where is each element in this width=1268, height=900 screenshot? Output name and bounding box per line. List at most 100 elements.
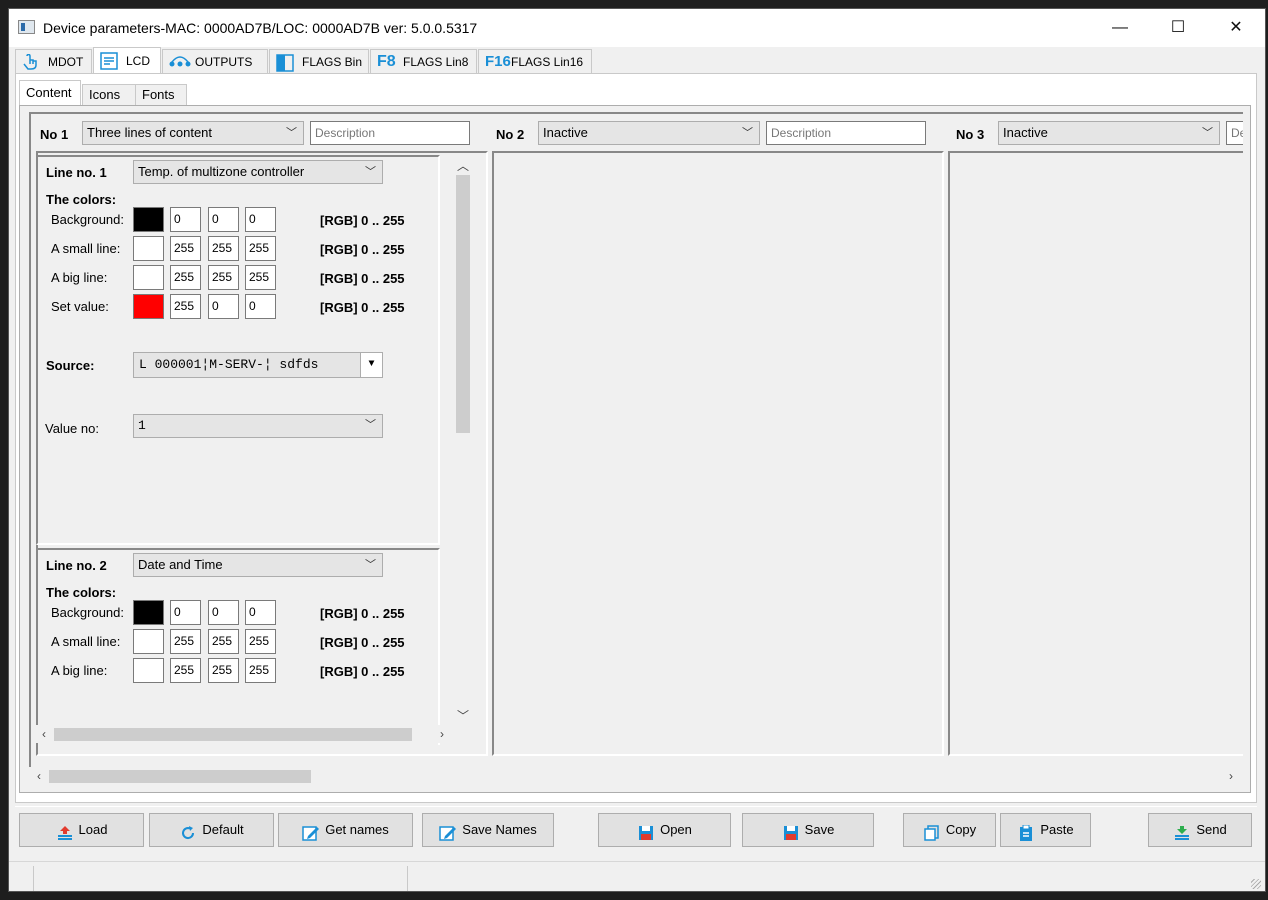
column-mode-select[interactable]: Three lines of content ﹀ bbox=[82, 121, 304, 145]
color-label: A small line: bbox=[51, 634, 121, 649]
column-mode-select[interactable]: Inactive ﹀ bbox=[538, 121, 760, 145]
green-input[interactable]: 255 bbox=[208, 658, 239, 683]
scroll-right-icon[interactable]: › bbox=[434, 727, 450, 741]
rgb-range-label: [RGB] 0 .. 255 bbox=[320, 242, 405, 257]
color-swatch[interactable] bbox=[133, 294, 164, 319]
color-label: A small line: bbox=[51, 241, 121, 256]
columns-horizontal-scrollbar[interactable]: ‹ › bbox=[31, 767, 1243, 785]
tab-outputs[interactable]: OUTPUTS bbox=[162, 49, 268, 73]
color-swatch[interactable] bbox=[133, 265, 164, 290]
scrollbar-thumb[interactable] bbox=[49, 770, 311, 783]
green-input[interactable]: 0 bbox=[208, 207, 239, 232]
line-type-value: Temp. of multizone controller bbox=[138, 164, 305, 179]
open-button[interactable]: Open bbox=[598, 813, 731, 847]
color-label: Set value: bbox=[51, 299, 109, 314]
color-swatch[interactable] bbox=[133, 236, 164, 261]
blue-input[interactable]: 0 bbox=[245, 600, 276, 625]
copy-button[interactable]: Copy bbox=[903, 813, 996, 847]
send-button[interactable]: Send bbox=[1148, 813, 1252, 847]
scrollbar-thumb[interactable] bbox=[54, 728, 412, 741]
red-input[interactable]: 0 bbox=[170, 600, 201, 625]
color-swatch[interactable] bbox=[133, 207, 164, 232]
red-input[interactable]: 255 bbox=[170, 236, 201, 261]
red-input[interactable]: 255 bbox=[170, 658, 201, 683]
columns-scroll-area: No 1 Three lines of content ﹀ Line no. 1… bbox=[29, 112, 1243, 767]
rgb-range-label: [RGB] 0 .. 255 bbox=[320, 635, 405, 650]
rgb-range-label: [RGB] 0 .. 255 bbox=[320, 213, 405, 228]
chevron-down-icon: ﹀ bbox=[1202, 127, 1213, 139]
tab-label: FLAGS Bin bbox=[302, 55, 363, 69]
green-input[interactable]: 255 bbox=[208, 236, 239, 261]
color-swatch[interactable] bbox=[133, 658, 164, 683]
red-input[interactable]: 255 bbox=[170, 294, 201, 319]
blue-input[interactable]: 255 bbox=[245, 629, 276, 654]
get-names-button[interactable]: Get names bbox=[278, 813, 413, 847]
tab-flags-lin8[interactable]: F8 FLAGS Lin8 bbox=[370, 49, 477, 73]
description-field[interactable] bbox=[766, 121, 926, 145]
green-input[interactable]: 255 bbox=[208, 265, 239, 290]
scroll-right-icon[interactable]: › bbox=[1223, 769, 1239, 783]
blue-input[interactable]: 0 bbox=[245, 207, 276, 232]
source-select[interactable]: L 000001¦M-SERV-¦ sdfds ▼ bbox=[133, 352, 383, 378]
floppy-icon bbox=[782, 821, 800, 840]
dropdown-arrow-icon[interactable]: ▼ bbox=[360, 353, 382, 377]
scroll-left-icon[interactable]: ‹ bbox=[31, 769, 47, 783]
blue-input[interactable]: 255 bbox=[245, 236, 276, 261]
tab-fonts[interactable]: Fonts bbox=[135, 84, 187, 106]
column-mode-select[interactable]: Inactive ﹀ bbox=[998, 121, 1220, 145]
description-field[interactable] bbox=[310, 121, 470, 145]
rgb-range-label: [RGB] 0 .. 255 bbox=[320, 606, 405, 621]
scrollbar-thumb[interactable] bbox=[456, 175, 470, 433]
red-input[interactable]: 255 bbox=[170, 265, 201, 290]
tab-flags-lin16[interactable]: F16 FLAGS Lin16 bbox=[478, 49, 592, 73]
window-title: Device parameters-MAC: 0000AD7B/LOC: 000… bbox=[43, 20, 478, 36]
default-button[interactable]: Default bbox=[149, 813, 274, 847]
paste-label: Paste bbox=[1040, 822, 1074, 837]
tab-icons[interactable]: Icons bbox=[82, 84, 136, 106]
rgb-range-label: [RGB] 0 .. 255 bbox=[320, 271, 405, 286]
maximize-button[interactable]: ☐ bbox=[1149, 9, 1207, 47]
tab-mdot[interactable]: MDOT bbox=[15, 49, 92, 73]
line-type-select[interactable]: Date and Time ﹀ bbox=[133, 553, 383, 577]
color-swatch[interactable] bbox=[133, 600, 164, 625]
lcd-column-3: No 3 Inactive ﹀ bbox=[948, 118, 1243, 756]
scroll-down-icon[interactable]: ﹀ bbox=[455, 707, 471, 724]
description-field[interactable] bbox=[1226, 121, 1243, 145]
line-title: Line no. 2 bbox=[46, 558, 107, 573]
tab-label: FLAGS Lin16 bbox=[511, 55, 584, 69]
close-button[interactable]: ✕ bbox=[1207, 9, 1265, 47]
lcd-column-2: No 2 Inactive ﹀ bbox=[492, 118, 944, 756]
blue-input[interactable]: 0 bbox=[245, 294, 276, 319]
line-1-box: Line no. 1 Temp. of multizone controller… bbox=[36, 155, 440, 545]
paste-icon bbox=[1017, 821, 1035, 841]
line-type-select[interactable]: Temp. of multizone controller ﹀ bbox=[133, 160, 383, 184]
f8-icon: F8 bbox=[377, 53, 396, 70]
tab-content[interactable]: Content bbox=[19, 80, 81, 106]
green-input[interactable]: 255 bbox=[208, 629, 239, 654]
blue-input[interactable]: 255 bbox=[245, 658, 276, 683]
blue-input[interactable]: 255 bbox=[245, 265, 276, 290]
red-input[interactable]: 0 bbox=[170, 207, 201, 232]
color-swatch[interactable] bbox=[133, 629, 164, 654]
scroll-left-icon[interactable]: ‹ bbox=[36, 727, 52, 741]
tab-lcd[interactable]: LCD bbox=[93, 47, 161, 73]
copy-icon bbox=[923, 821, 941, 841]
red-input[interactable]: 255 bbox=[170, 629, 201, 654]
value-no-select[interactable]: 1 ﹀ bbox=[133, 414, 383, 438]
green-input[interactable]: 0 bbox=[208, 294, 239, 319]
lines-vertical-scrollbar[interactable]: ︿ ﹀ bbox=[454, 155, 472, 725]
rgb-range-label: [RGB] 0 .. 255 bbox=[320, 300, 405, 315]
save-names-button[interactable]: Save Names bbox=[422, 813, 554, 847]
colors-heading: The colors: bbox=[46, 192, 117, 207]
paste-button[interactable]: Paste bbox=[1000, 813, 1091, 847]
touch-icon bbox=[22, 53, 42, 70]
tab-flags-bin[interactable]: FLAGS Bin bbox=[269, 49, 369, 73]
value-no-label: Value no: bbox=[45, 421, 99, 436]
save-button[interactable]: Save bbox=[742, 813, 874, 847]
lines-horizontal-scrollbar[interactable]: ‹ › bbox=[36, 725, 454, 743]
load-button[interactable]: Load bbox=[19, 813, 144, 847]
minimize-button[interactable]: — bbox=[1091, 9, 1149, 47]
green-input[interactable]: 0 bbox=[208, 600, 239, 625]
resize-grip-icon[interactable] bbox=[1251, 879, 1261, 889]
scroll-up-icon[interactable]: ︿ bbox=[455, 157, 471, 174]
